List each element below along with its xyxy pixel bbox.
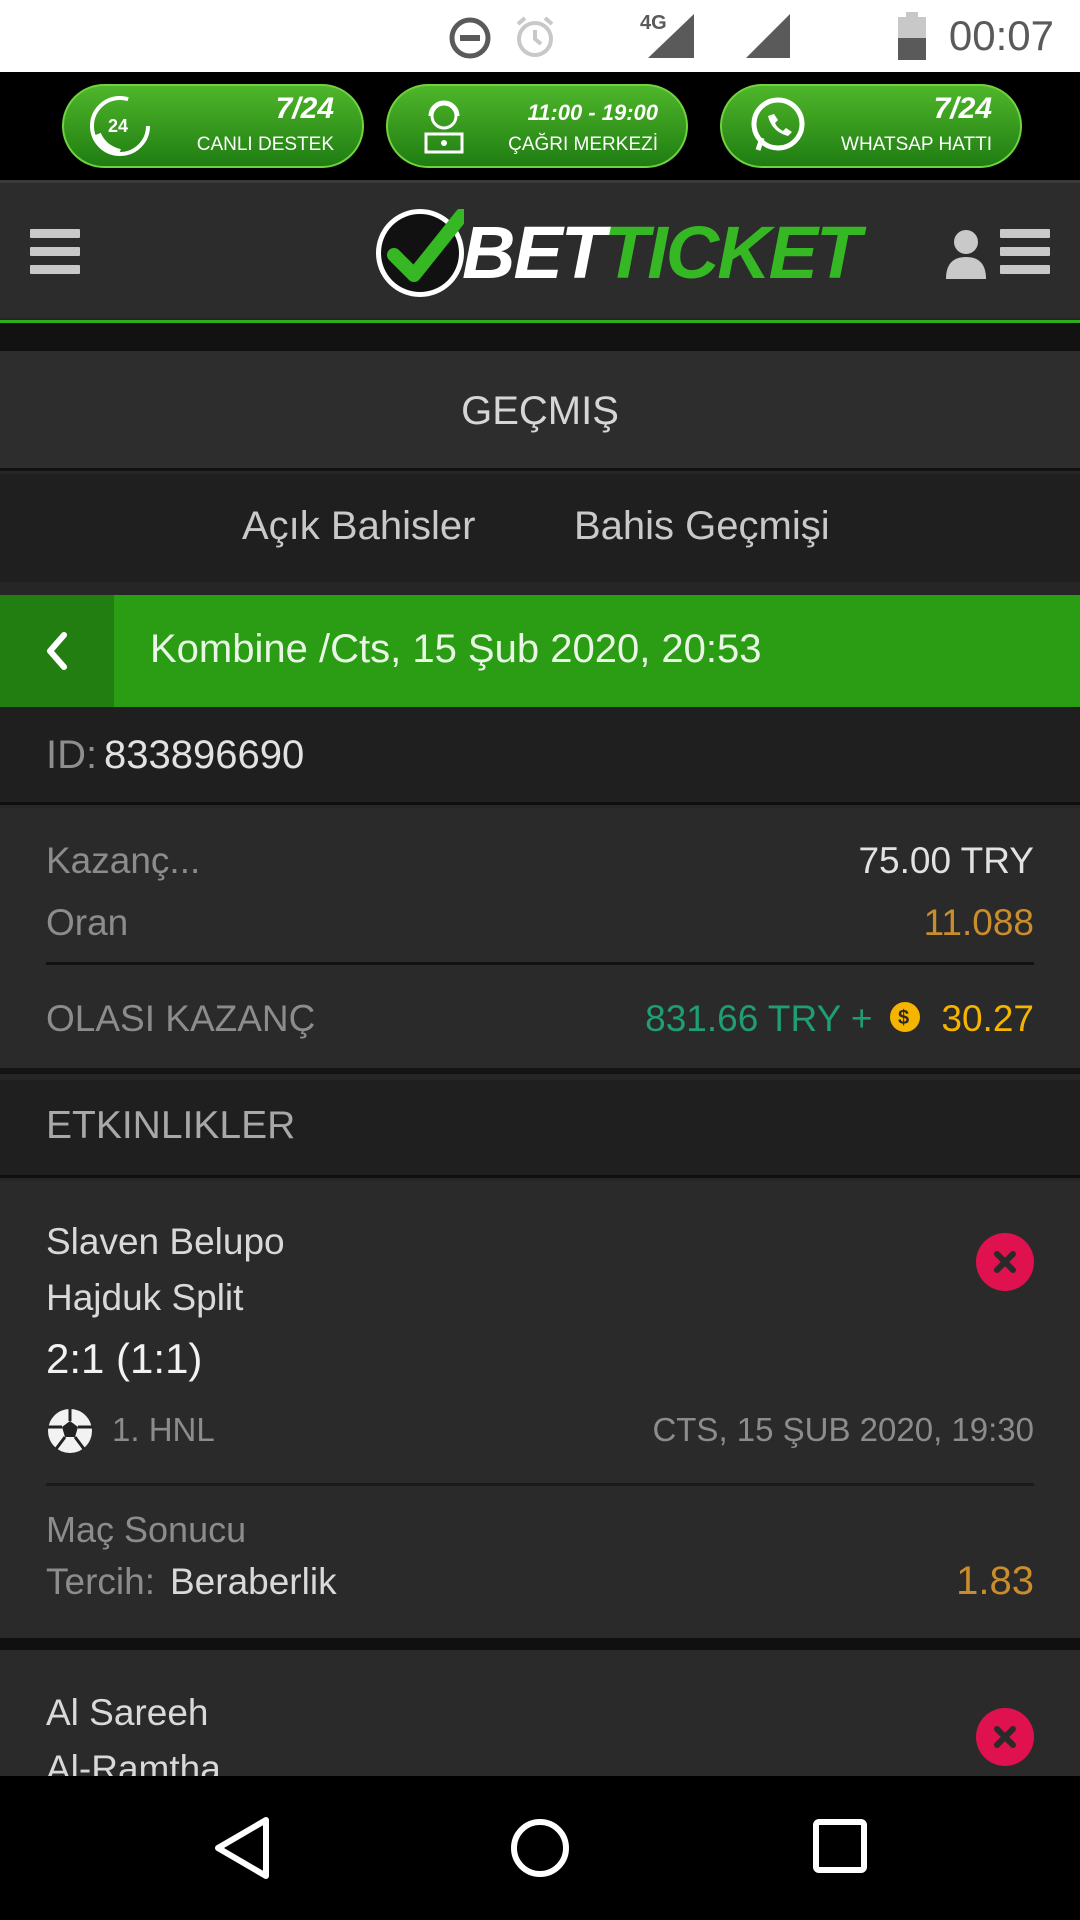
do-not-disturb-icon bbox=[449, 17, 491, 59]
potential-win-label: OLASI KAZANÇ bbox=[46, 998, 316, 1039]
event-separator bbox=[0, 1638, 1080, 1650]
bonus-coin-icon: $ bbox=[889, 1002, 920, 1032]
signal-4g-icon bbox=[648, 14, 694, 58]
events-header: ETKINLIKLER bbox=[0, 1080, 1080, 1178]
lost-status-icon bbox=[976, 1233, 1034, 1291]
logo-check-icon bbox=[376, 209, 464, 297]
call-center-button[interactable]: 11:00 - 19:00 ÇAĞRI MERKEZİ bbox=[386, 84, 688, 168]
bet-id-label: ID: bbox=[46, 733, 98, 777]
system-navigation-bar bbox=[0, 1776, 1080, 1920]
live-support-button[interactable]: 24 7/24 CANLI DESTEK bbox=[62, 84, 364, 168]
stake-value: 75.00 TRY bbox=[858, 840, 1034, 881]
back-button[interactable] bbox=[0, 595, 114, 707]
status-bar: 4G 00:07 bbox=[0, 0, 1080, 72]
back-nav-icon[interactable] bbox=[212, 1816, 272, 1880]
phone-24-icon: 24 bbox=[90, 96, 150, 156]
bet-title: Kombine /Cts, 15 Şub 2020, 20:53 bbox=[150, 627, 762, 671]
market-name: Maç Sonucu bbox=[46, 1509, 247, 1550]
hamburger-menu-icon[interactable] bbox=[30, 229, 80, 275]
match-date: CTS, 15 ŞUB 2020, 19:30 bbox=[652, 1411, 1034, 1448]
league-name: 1. HNL bbox=[112, 1411, 215, 1448]
home-team: Al Sareeh bbox=[46, 1692, 209, 1733]
bet-summary: Kazanç... 75.00 TRY Oran 11.088 OLASI KA… bbox=[0, 808, 1080, 1074]
signal-icon bbox=[746, 14, 790, 58]
promo-label: CANLI DESTEK bbox=[196, 134, 334, 155]
page-title: GEÇMIŞ bbox=[461, 389, 619, 433]
bet-id-row: ID: 833896690 bbox=[0, 707, 1080, 805]
bet-title-bar: Kombine /Cts, 15 Şub 2020, 20:53 bbox=[0, 595, 1080, 707]
event-divider bbox=[46, 1483, 1034, 1486]
clock: 00:07 bbox=[948, 12, 1054, 59]
chevron-left-icon bbox=[47, 632, 67, 670]
away-team: Al-Ramtha bbox=[46, 1748, 221, 1776]
account-menu-icon[interactable] bbox=[1000, 229, 1050, 275]
odds-label: Oran bbox=[46, 902, 129, 943]
whatsapp-line-button[interactable]: 7/24 WHATSAP HATTI bbox=[720, 84, 1022, 168]
home-team: Slaven Belupo bbox=[46, 1221, 285, 1262]
choice-label: Tercih: bbox=[46, 1561, 155, 1602]
battery-icon bbox=[898, 12, 926, 60]
logo-text-ticket: TICKET bbox=[604, 211, 861, 294]
promo-label: ÇAĞRI MERKEZİ bbox=[508, 134, 658, 155]
user-icon[interactable] bbox=[946, 229, 986, 279]
section-header: GEÇMIŞ bbox=[0, 351, 1080, 471]
away-team: Hajduk Split bbox=[46, 1277, 244, 1318]
tab-bet-history[interactable]: Bahis Geçmişi bbox=[574, 504, 830, 549]
events-title: ETKINLIKLER bbox=[46, 1104, 296, 1147]
potential-win-value: 831.66 TRY + $ 30.27 bbox=[645, 998, 1034, 1042]
potential-win-amount: 831.66 TRY + bbox=[645, 998, 873, 1039]
contact-promo-bar: 24 7/24 CANLI DESTEK 11:00 - 19:00 ÇAĞRI… bbox=[0, 72, 1080, 180]
lost-status-icon bbox=[976, 1708, 1034, 1766]
bet-id-value: 833896690 bbox=[104, 733, 305, 777]
alarm-icon bbox=[516, 16, 554, 57]
call-center-agent-icon bbox=[424, 100, 464, 154]
tab-open-bets[interactable]: Açık Bahisler bbox=[242, 504, 475, 549]
event-card: Slaven Belupo Hajduk Split 2:1 (1:1) 1. … bbox=[0, 1181, 1080, 1638]
choice-value: Beraberlik bbox=[170, 1561, 337, 1602]
whatsapp-icon bbox=[751, 97, 805, 151]
odds-value: 11.088 bbox=[923, 902, 1034, 943]
promo-hours: 7/24 bbox=[275, 92, 334, 125]
promo-label: WHATSAP HATTI bbox=[841, 134, 992, 155]
promo-hours: 11:00 - 19:00 bbox=[527, 100, 658, 125]
match-score: 2:1 (1:1) bbox=[46, 1335, 203, 1382]
app-header: BETTICKET bbox=[0, 180, 1080, 325]
promo-hours: 7/24 bbox=[933, 92, 992, 125]
soccer-ball-icon bbox=[48, 1409, 92, 1453]
bonus-value: 30.27 bbox=[941, 998, 1034, 1039]
header-separator bbox=[0, 323, 1080, 351]
stake-label: Kazanç... bbox=[46, 840, 201, 881]
event-odd: 1.83 bbox=[956, 1559, 1034, 1603]
recent-apps-icon[interactable] bbox=[812, 1818, 868, 1874]
svg-text:$: $ bbox=[898, 1007, 909, 1029]
betticket-logo[interactable]: BETTICKET bbox=[372, 207, 861, 299]
summary-divider bbox=[46, 962, 1034, 965]
svg-text:24: 24 bbox=[108, 116, 128, 136]
history-tabs: Açık Bahisler Bahis Geçmişi bbox=[0, 474, 1080, 582]
home-nav-icon[interactable] bbox=[508, 1816, 572, 1880]
event-card: Al Sareeh Al-Ramtha bbox=[0, 1650, 1080, 1776]
logo-text-bet: BET bbox=[462, 211, 606, 294]
